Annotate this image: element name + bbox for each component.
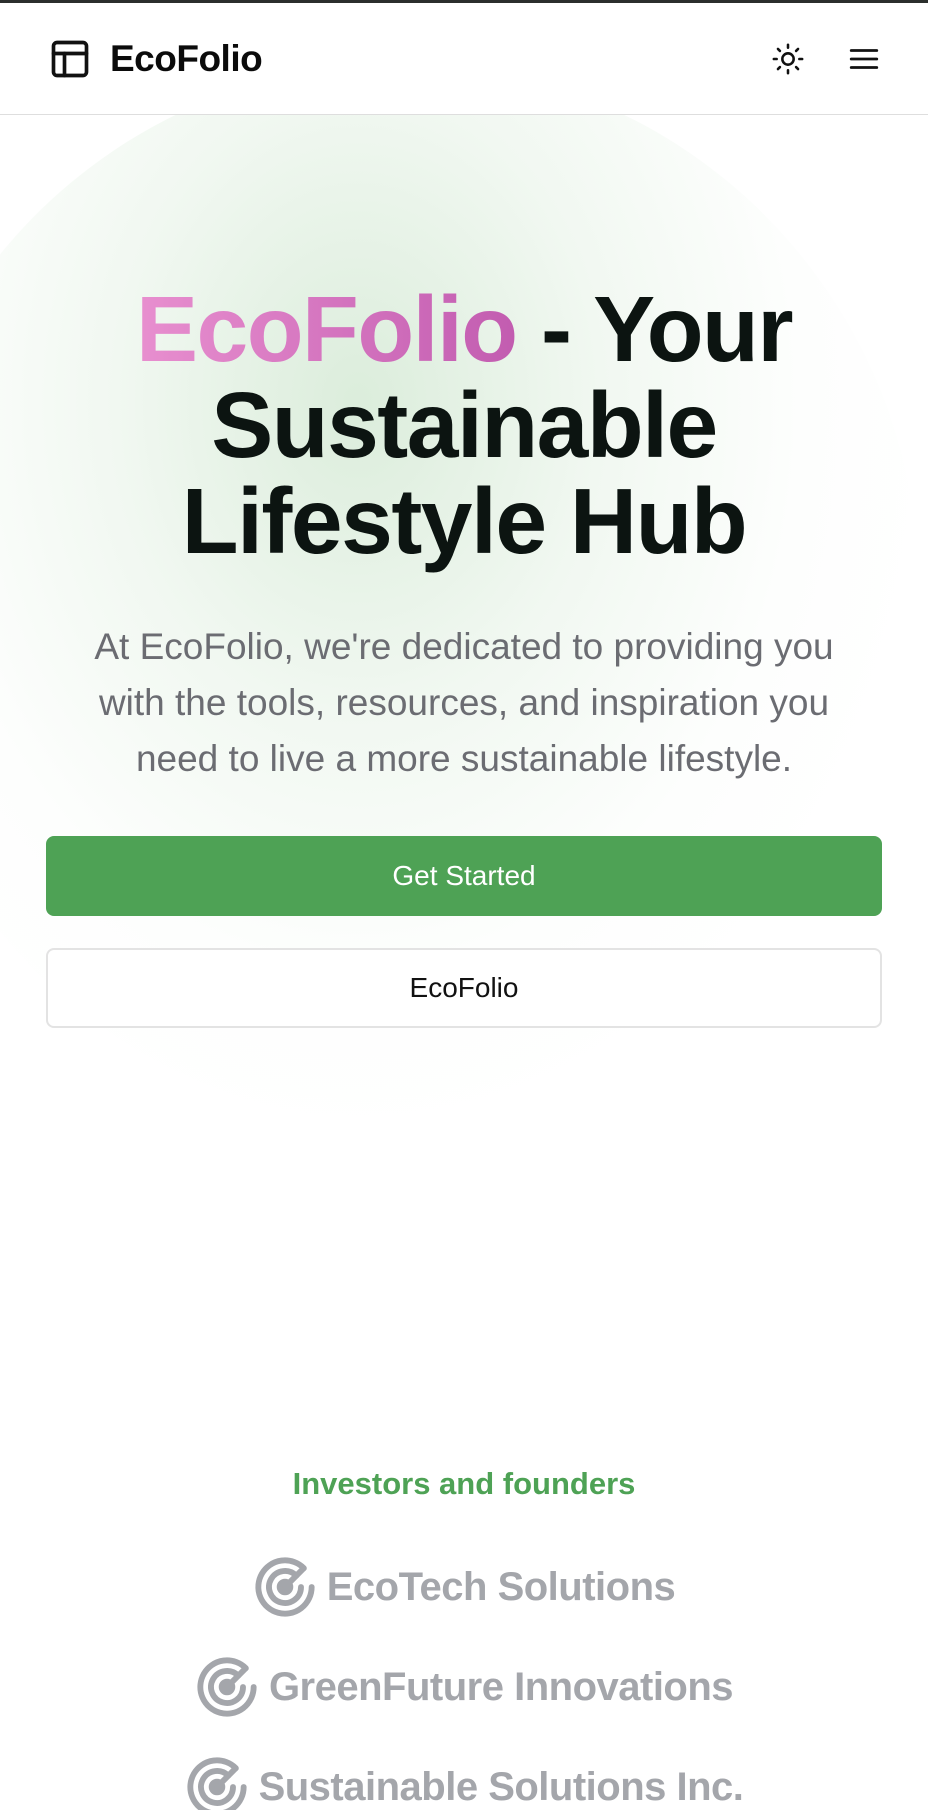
theme-toggle-button[interactable] xyxy=(770,41,806,77)
investors-section: Investors and founders EcoTech Solutions xyxy=(0,1466,928,1810)
investor-list: EcoTech Solutions GreenFuture Innovation… xyxy=(0,1554,928,1810)
radar-target-icon xyxy=(197,1657,257,1717)
menu-button[interactable] xyxy=(846,41,882,77)
radar-target-icon xyxy=(186,1757,247,1810)
investor-name: GreenFuture Innovations xyxy=(268,1664,734,1709)
hamburger-menu-icon xyxy=(849,48,879,69)
hero-section: EcoFolio - Your Sustainable Lifestyle Hu… xyxy=(0,281,928,1028)
layout-panel-icon xyxy=(51,40,89,77)
hero-title: EcoFolio - Your Sustainable Lifestyle Hu… xyxy=(46,281,882,569)
radar-target-icon xyxy=(255,1557,315,1617)
header-actions xyxy=(770,41,882,77)
brand-link[interactable]: EcoFolio xyxy=(48,37,263,81)
site-header: EcoFolio xyxy=(0,3,928,115)
hero-title-highlight: EcoFolio xyxy=(135,277,518,381)
investors-title: Investors and founders xyxy=(292,1466,636,1501)
brand-name: EcoFolio xyxy=(110,37,263,79)
sun-icon xyxy=(772,43,804,74)
investor-name: EcoTech Solutions xyxy=(326,1564,676,1609)
investor-item: GreenFuture Innovations xyxy=(195,1654,734,1720)
hero-subtitle: At EcoFolio, we're dedicated to providin… xyxy=(94,626,834,779)
investor-name: Sustainable Solutions Inc. xyxy=(258,1764,744,1809)
ecofolio-button[interactable]: EcoFolio xyxy=(46,948,882,1028)
page: EcoFolio EcoFolio - Your Sustainable Lif… xyxy=(0,0,928,1810)
get-started-button[interactable]: Get Started xyxy=(46,836,882,916)
investor-item: Sustainable Solutions Inc. xyxy=(185,1754,744,1810)
investor-item: EcoTech Solutions xyxy=(253,1554,676,1620)
